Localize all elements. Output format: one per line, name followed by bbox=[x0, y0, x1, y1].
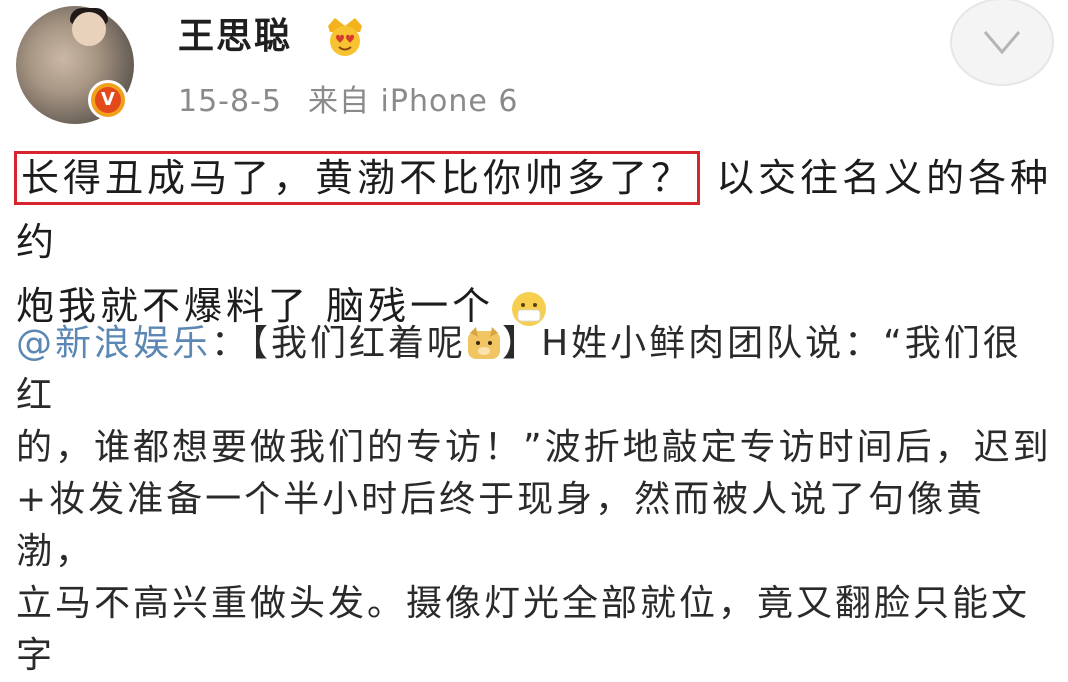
username[interactable]: 王思聪 bbox=[178, 12, 292, 62]
topic-open: 【我们红着呢 bbox=[250, 323, 467, 364]
repost-line2: 的，谁都想要做我们的专访！”波折地敲定专访时间后，迟到 bbox=[16, 427, 1052, 468]
chevron-down-icon bbox=[983, 31, 1021, 55]
avatar-face bbox=[72, 12, 106, 46]
repost-line4: 立马不高兴重做头发。摄像灯光全部就位，竟又翻脸只能文字 bbox=[16, 583, 1031, 676]
weibo-post: V 王思聪 15-8-5 来自 iPhone 6 长得丑成马了，黄渤不比你帅多了？… bbox=[0, 0, 1068, 676]
post-body: 长得丑成马了，黄渤不比你帅多了？ 以交往名义的各种约 炮我就不爆料了 脑残一个 bbox=[14, 146, 1056, 338]
crown-heart-eyes-icon bbox=[328, 18, 362, 56]
doge-icon bbox=[468, 327, 501, 359]
topic-close: 】 bbox=[502, 323, 542, 364]
more-options-button[interactable] bbox=[950, 0, 1054, 86]
repost-line3: +妆发准备一个半小时后终于现身，然而被人说了句像黄渤， bbox=[16, 479, 986, 572]
repost-colon: ： bbox=[211, 323, 251, 364]
verified-badge-letter: V bbox=[95, 87, 121, 113]
post-meta: 15-8-5 来自 iPhone 6 bbox=[178, 80, 518, 124]
post-source[interactable]: 来自 iPhone 6 bbox=[308, 84, 518, 119]
reposted-content: @新浪娱乐：【我们红着呢 】H姓小鲜肉团队说：“我们很红 的，谁都想要做我们的专… bbox=[16, 318, 1056, 682]
highlighted-quote: 长得丑成马了，黄渤不比你帅多了？ bbox=[14, 151, 701, 205]
verified-badge-icon: V bbox=[88, 80, 128, 120]
mention-link[interactable]: @新浪娱乐 bbox=[16, 323, 211, 364]
post-date: 15-8-5 bbox=[178, 84, 282, 119]
